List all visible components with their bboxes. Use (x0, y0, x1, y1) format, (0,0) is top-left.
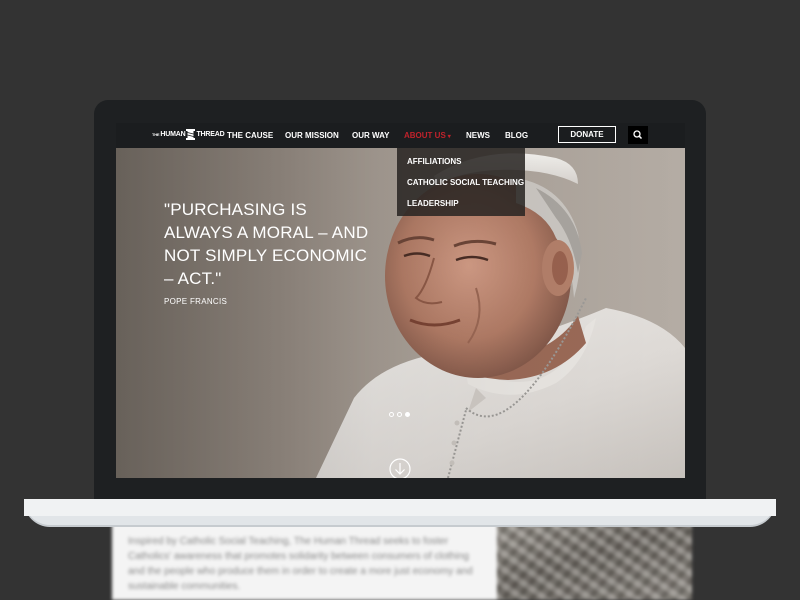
laptop-base (24, 499, 776, 525)
quote-attribution: POPE FRANCIS (164, 297, 228, 306)
nav-about-us-label: ABOUT US (404, 131, 446, 140)
arrow-down-circle-icon[interactable] (389, 458, 411, 478)
factory-rubble-photo (497, 520, 692, 600)
slider-dot-2[interactable] (397, 412, 402, 417)
dropdown-leadership[interactable]: LEADERSHIP (407, 199, 459, 208)
dropdown-affiliations[interactable]: AFFILIATIONS (407, 157, 462, 166)
donate-button[interactable]: DONATE (558, 126, 616, 143)
intro-paragraph: Inspired by Catholic Social Teaching, Th… (128, 536, 473, 592)
about-us-dropdown: AFFILIATIONS CATHOLIC SOCIAL TEACHING LE… (397, 148, 525, 216)
caret-down-icon: ▾ (447, 134, 451, 140)
nav-our-mission[interactable]: OUR MISSION (285, 131, 339, 140)
top-navbar: THE HUMAN THREAD THE CAUSE OUR MISSION O… (116, 123, 685, 148)
below-fold-section: Inspired by Catholic Social Teaching, Th… (112, 520, 692, 600)
logo-the-text: THE (152, 132, 160, 137)
nav-our-way[interactable]: OUR WAY (352, 131, 390, 140)
nav-the-cause[interactable]: THE CAUSE (227, 131, 273, 140)
spool-icon (186, 129, 196, 140)
dropdown-catholic-social-teaching[interactable]: CATHOLIC SOCIAL TEACHING (407, 178, 524, 187)
search-icon[interactable] (628, 126, 648, 144)
hero-quote: "PURCHASING IS ALWAYS A MORAL – AND NOT … (164, 200, 369, 288)
slider-dot-3[interactable] (405, 412, 410, 417)
nav-news[interactable]: NEWS (466, 131, 490, 140)
logo-human-text: HUMAN (160, 131, 186, 138)
laptop-screen: "PURCHASING IS ALWAYS A MORAL – AND NOT … (116, 123, 685, 478)
nav-blog[interactable]: BLOG (505, 131, 528, 140)
slider-dot-1[interactable] (389, 412, 394, 417)
logo-thread-text: THREAD (196, 131, 225, 138)
slider-dots (389, 412, 410, 417)
nav-about-us[interactable]: ABOUT US ▾ (404, 131, 451, 140)
site-logo[interactable]: THE HUMAN THREAD (152, 129, 225, 140)
